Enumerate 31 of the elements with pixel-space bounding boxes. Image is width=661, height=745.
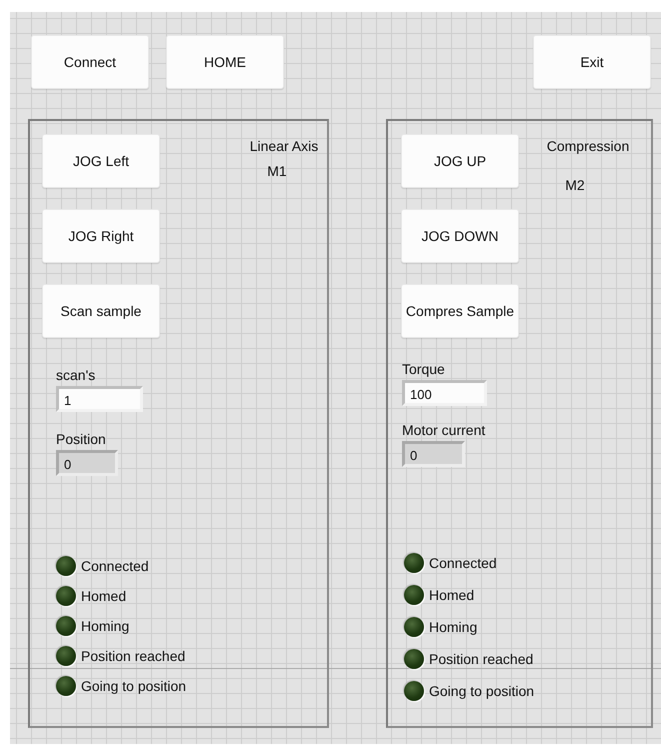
jog-button[interactable]: JOG UP — [401, 134, 519, 188]
motor-label: M1 — [267, 163, 287, 179]
jog-button[interactable]: Compres Sample — [401, 284, 519, 338]
numeric-indicator: 0 — [402, 441, 465, 467]
axis-label: Compression — [546, 138, 630, 154]
field-label: Position — [56, 431, 106, 448]
jog-button[interactable]: Scan sample — [42, 284, 160, 338]
led-label: Position reached — [429, 651, 534, 667]
numeric-input[interactable]: 1 — [56, 386, 143, 412]
numeric-input[interactable]: 100 — [402, 380, 487, 406]
field-label: Torque — [402, 361, 445, 378]
jog-button[interactable]: JOG Right — [42, 209, 160, 263]
led-label: Connected — [81, 558, 149, 574]
led-label: Position reached — [81, 648, 186, 664]
toolbar-button[interactable]: Exit — [533, 35, 651, 89]
led-label: Homed — [429, 587, 474, 603]
numeric-indicator: 0 — [56, 450, 118, 476]
jog-button[interactable]: JOG DOWN — [401, 209, 519, 263]
axis-label: Linear Axis — [250, 138, 318, 154]
jog-button[interactable]: JOG Left — [42, 134, 160, 188]
field-label: scan's — [56, 367, 96, 384]
led-label: Connected — [429, 555, 497, 571]
toolbar-button[interactable]: HOME — [166, 35, 284, 89]
led-label: Homing — [81, 618, 130, 634]
led-label: Homed — [81, 588, 126, 604]
field-label: Motor current — [402, 422, 486, 439]
motor-label: M2 — [565, 177, 585, 193]
led-label: Homing — [429, 619, 478, 635]
toolbar-button[interactable]: Connect — [31, 35, 149, 89]
led-label: Going to position — [429, 683, 534, 699]
led-label: Going to position — [81, 678, 186, 694]
